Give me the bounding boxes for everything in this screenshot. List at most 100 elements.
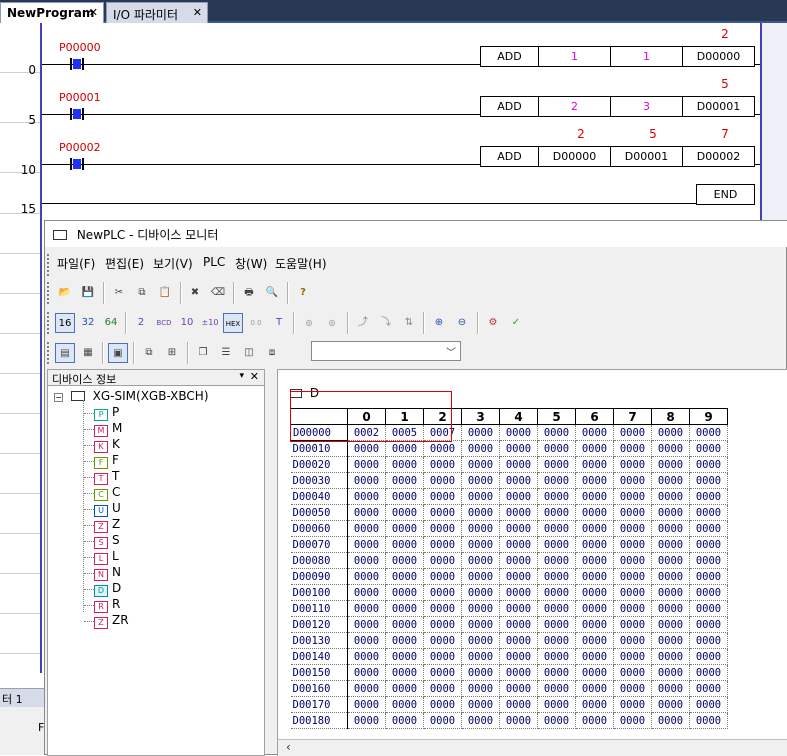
value-cell[interactable]: 0000 — [385, 632, 424, 649]
tab-newprogram[interactable]: NewProgram ✕ — [0, 2, 104, 23]
value-cell[interactable]: 0000 — [689, 632, 728, 649]
tree-item-l[interactable]: LL — [94, 549, 119, 565]
tree-item-d[interactable]: DD — [94, 581, 121, 597]
value-cell[interactable]: 0000 — [651, 616, 690, 633]
value-cell[interactable]: 0000 — [499, 552, 538, 569]
value-cell[interactable]: 0000 — [423, 680, 462, 697]
value-cell[interactable]: 0000 — [689, 504, 728, 521]
value-cell[interactable]: 0000 — [423, 440, 462, 457]
value-cell[interactable]: 0000 — [575, 424, 614, 441]
value-cell[interactable]: 0000 — [651, 472, 690, 489]
value-cell[interactable]: 0000 — [651, 584, 690, 601]
value-cell[interactable]: 0000 — [461, 712, 500, 729]
value-cell[interactable]: 0000 — [499, 712, 538, 729]
value-cell[interactable]: 0000 — [613, 520, 652, 537]
value-cell[interactable]: 0000 — [613, 424, 652, 441]
device-monitor-window[interactable]: NewPLC - 디바이스 모니터 파일(F) 편집(E) 보기(V) PLC … — [44, 220, 787, 756]
tree-item-n[interactable]: NN — [94, 565, 121, 581]
value-cell[interactable]: 0000 — [651, 648, 690, 665]
value-cell[interactable]: 0000 — [461, 504, 500, 521]
value-cell[interactable]: 0000 — [461, 648, 500, 665]
help-icon[interactable]: ? — [293, 283, 313, 303]
copy-icon[interactable]: ⧉ — [132, 283, 152, 303]
function-block-add[interactable]: ADD D00000 D00001 D00002 — [480, 146, 755, 167]
value-cell[interactable]: 0000 — [537, 584, 576, 601]
value-cell[interactable]: 0000 — [689, 552, 728, 569]
value-cell[interactable]: 0000 — [461, 520, 500, 537]
device-info-icon[interactable]: ▤ — [55, 343, 75, 363]
menu-file[interactable]: 파일(F) — [57, 255, 95, 272]
tree-item-z[interactable]: ZZ — [94, 517, 120, 533]
value-cell[interactable]: 0000 — [651, 568, 690, 585]
value-cell[interactable]: 0000 — [613, 456, 652, 473]
value-cell[interactable]: 0000 — [613, 616, 652, 633]
value-cell[interactable]: 0000 — [651, 504, 690, 521]
value-cell[interactable]: 0000 — [575, 616, 614, 633]
open-icon[interactable]: 📂 — [55, 283, 75, 303]
value-cell[interactable]: 0000 — [537, 424, 576, 441]
value-cell[interactable]: 0000 — [651, 488, 690, 505]
print-icon[interactable]: 🖶 — [239, 283, 259, 303]
value-cell[interactable]: 0000 — [385, 584, 424, 601]
signed-decimal-icon[interactable]: ±10 — [200, 313, 220, 333]
end-instruction[interactable]: END — [696, 184, 755, 205]
menu-plc[interactable]: PLC — [203, 255, 225, 269]
falling-edge-icon[interactable]: ⤵ — [376, 313, 396, 333]
value-cell[interactable]: 0000 — [499, 472, 538, 489]
value-cell[interactable]: 0000 — [499, 424, 538, 441]
value-cell[interactable]: 0000 — [347, 712, 386, 729]
tree-item-zr[interactable]: Z ZR — [94, 613, 129, 629]
value-cell[interactable]: 0000 — [613, 680, 652, 697]
value-cell[interactable]: 0000 — [575, 712, 614, 729]
value-cell[interactable]: 0000 — [537, 520, 576, 537]
value-cell[interactable]: 0000 — [499, 632, 538, 649]
value-cell[interactable]: 0000 — [613, 568, 652, 585]
value-cell[interactable]: 0000 — [651, 600, 690, 617]
value-cell[interactable]: 0000 — [651, 664, 690, 681]
value-cell[interactable]: 0000 — [461, 664, 500, 681]
value-cell[interactable]: 0000 — [689, 696, 728, 713]
value-cell[interactable]: 0000 — [499, 680, 538, 697]
value-cell[interactable]: 0000 — [347, 616, 386, 633]
value-cell[interactable]: 0000 — [651, 440, 690, 457]
value-cell[interactable]: 0000 — [651, 680, 690, 697]
value-cell[interactable]: 0000 — [347, 456, 386, 473]
value-cell[interactable]: 0000 — [575, 520, 614, 537]
contact-icon[interactable] — [70, 58, 84, 70]
rising-edge-icon[interactable]: ⤴ — [353, 313, 373, 333]
tile-vertical-icon[interactable]: ◫ — [239, 343, 259, 363]
tree-item-p[interactable]: PP — [94, 405, 119, 421]
value-cell[interactable]: 0000 — [537, 712, 576, 729]
paste-icon[interactable]: 📋 — [155, 283, 175, 303]
value-cell[interactable]: 0000 — [689, 600, 728, 617]
value-cell[interactable]: 0000 — [689, 568, 728, 585]
value-cell[interactable]: 0000 — [347, 536, 386, 553]
value-cell[interactable]: 0000 — [385, 504, 424, 521]
value-cell[interactable]: 0000 — [499, 600, 538, 617]
value-cell[interactable]: 0000 — [461, 440, 500, 457]
value-cell[interactable]: 0000 — [575, 696, 614, 713]
value-cell[interactable]: 0000 — [575, 648, 614, 665]
value-cell[interactable]: 0000 — [347, 632, 386, 649]
value-cell[interactable]: 0000 — [423, 568, 462, 585]
value-cell[interactable]: 0000 — [613, 600, 652, 617]
decimal-icon[interactable]: 10 — [177, 313, 197, 333]
tab-io-parameter[interactable]: I/O 파라미터 ✕ — [106, 2, 208, 23]
value-cell[interactable]: 0000 — [423, 584, 462, 601]
value-cell[interactable]: 0000 — [461, 424, 500, 441]
tile-icon[interactable]: ⊞ — [162, 343, 182, 363]
value-cell[interactable]: 0000 — [423, 472, 462, 489]
collapse-icon[interactable]: − — [54, 393, 63, 402]
value-cell[interactable]: 0000 — [575, 440, 614, 457]
value-cell[interactable]: 0000 — [613, 472, 652, 489]
close-icon[interactable]: ✕ — [193, 6, 202, 19]
value-cell[interactable]: 0000 — [537, 440, 576, 457]
value-cell[interactable]: 0000 — [613, 648, 652, 665]
value-cell[interactable]: 0000 — [689, 536, 728, 553]
value-cell[interactable]: 0000 — [385, 520, 424, 537]
off-icon[interactable]: ◎ — [299, 313, 319, 333]
value-cell[interactable]: 0000 — [651, 632, 690, 649]
value-cell[interactable]: 0000 — [537, 680, 576, 697]
value-cell[interactable]: 0000 — [499, 536, 538, 553]
cascade-windows-icon[interactable]: ❐ — [193, 343, 213, 363]
